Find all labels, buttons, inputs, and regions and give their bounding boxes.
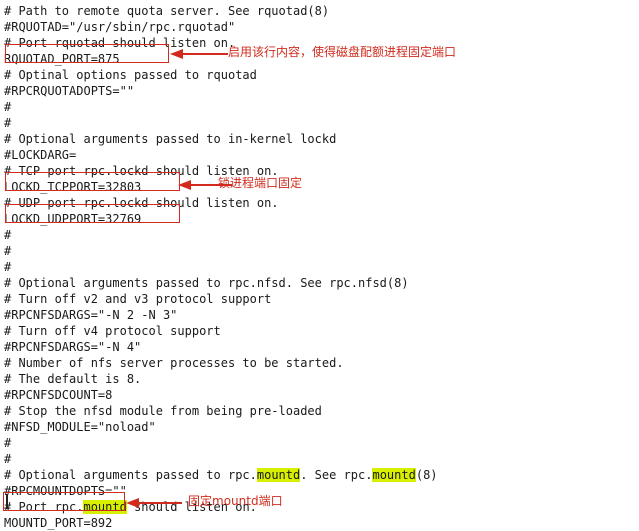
code-line: # [4,452,12,466]
code-line: # Optional arguments passed to in-kernel… [4,132,337,146]
code-line: #NFSD_MODULE="noload" [4,420,156,434]
config-file-text: # Path to remote quota server. See rquot… [4,3,636,531]
code-line: # The default is 8. [4,372,142,386]
code-line: # [4,116,12,130]
code-line: # Stop the nfsd module from being pre-lo… [4,404,322,418]
code-line-text: # Optional arguments passed to rpc.mount… [4,468,438,482]
code-line: # [4,436,12,450]
code-line-lockd-udpport: LOCKD_UDPPORT=32769 [4,212,142,226]
code-line: #RPCNFSDARGS="-N 2 -N 3" [4,308,178,322]
code-line: # TCP port rpc.lockd should listen on. [4,164,279,178]
arrow-mountd [126,498,182,508]
code-line: # [4,100,12,114]
code-line: #RPCNFSDARGS="-N 4" [4,340,142,354]
code-line: # [4,228,12,242]
search-highlight: mountd [256,468,301,482]
code-line-mountd-comment: # Optional arguments passed to rpc.mount… [4,467,636,483]
code-line-mountd-listen: # Port rpc.mountd should listen on. [4,499,636,515]
search-highlight: mountd [83,500,127,514]
annotation-lockd-port: 锁进程端口固定 [218,176,303,190]
code-line: # Path to remote quota server. See rquot… [4,4,330,18]
code-line: # Number of nfs server processes to be s… [4,356,344,370]
code-line: #RPCNFSDCOUNT=8 [4,388,113,402]
text-cursor [6,494,8,509]
search-highlight: mountd [372,468,416,482]
annotation-rquotad-port: 启用该行内容，使得磁盘配额进程固定端口 [228,45,457,59]
arrow-rquotad [170,49,228,59]
code-line-mountd-port: MOUNTD_PORT=892 [4,515,636,531]
code-line: # Optinal options passed to rquotad [4,68,257,82]
code-line: #LOCKDARG= [4,148,77,162]
code-line-lockd-tcpport: LOCKD_TCPPORT=32803 [4,180,142,194]
annotation-mountd-port: 固定mountd端口 [188,494,283,508]
document-page: # Path to remote quota server. See rquot… [0,0,639,530]
code-line: #RPCRQUOTADOPTS="" [4,84,135,98]
code-line: # Optional arguments passed to rpc.nfsd.… [4,276,409,290]
code-line: #RQUOTAD="/usr/sbin/rpc.rquotad" [4,20,236,34]
code-line: # [4,244,12,258]
code-line: # [4,260,12,274]
code-line: # UDP port rpc.lockd should listen on. [4,196,279,210]
code-line-text: MOUNTD_PORT=892 [4,516,113,530]
code-line: #RPCMOUNTDOPTS="" [4,484,127,498]
code-line: # Turn off v4 protocol support [4,324,221,338]
code-line: # Turn off v2 and v3 protocol support [4,292,272,306]
